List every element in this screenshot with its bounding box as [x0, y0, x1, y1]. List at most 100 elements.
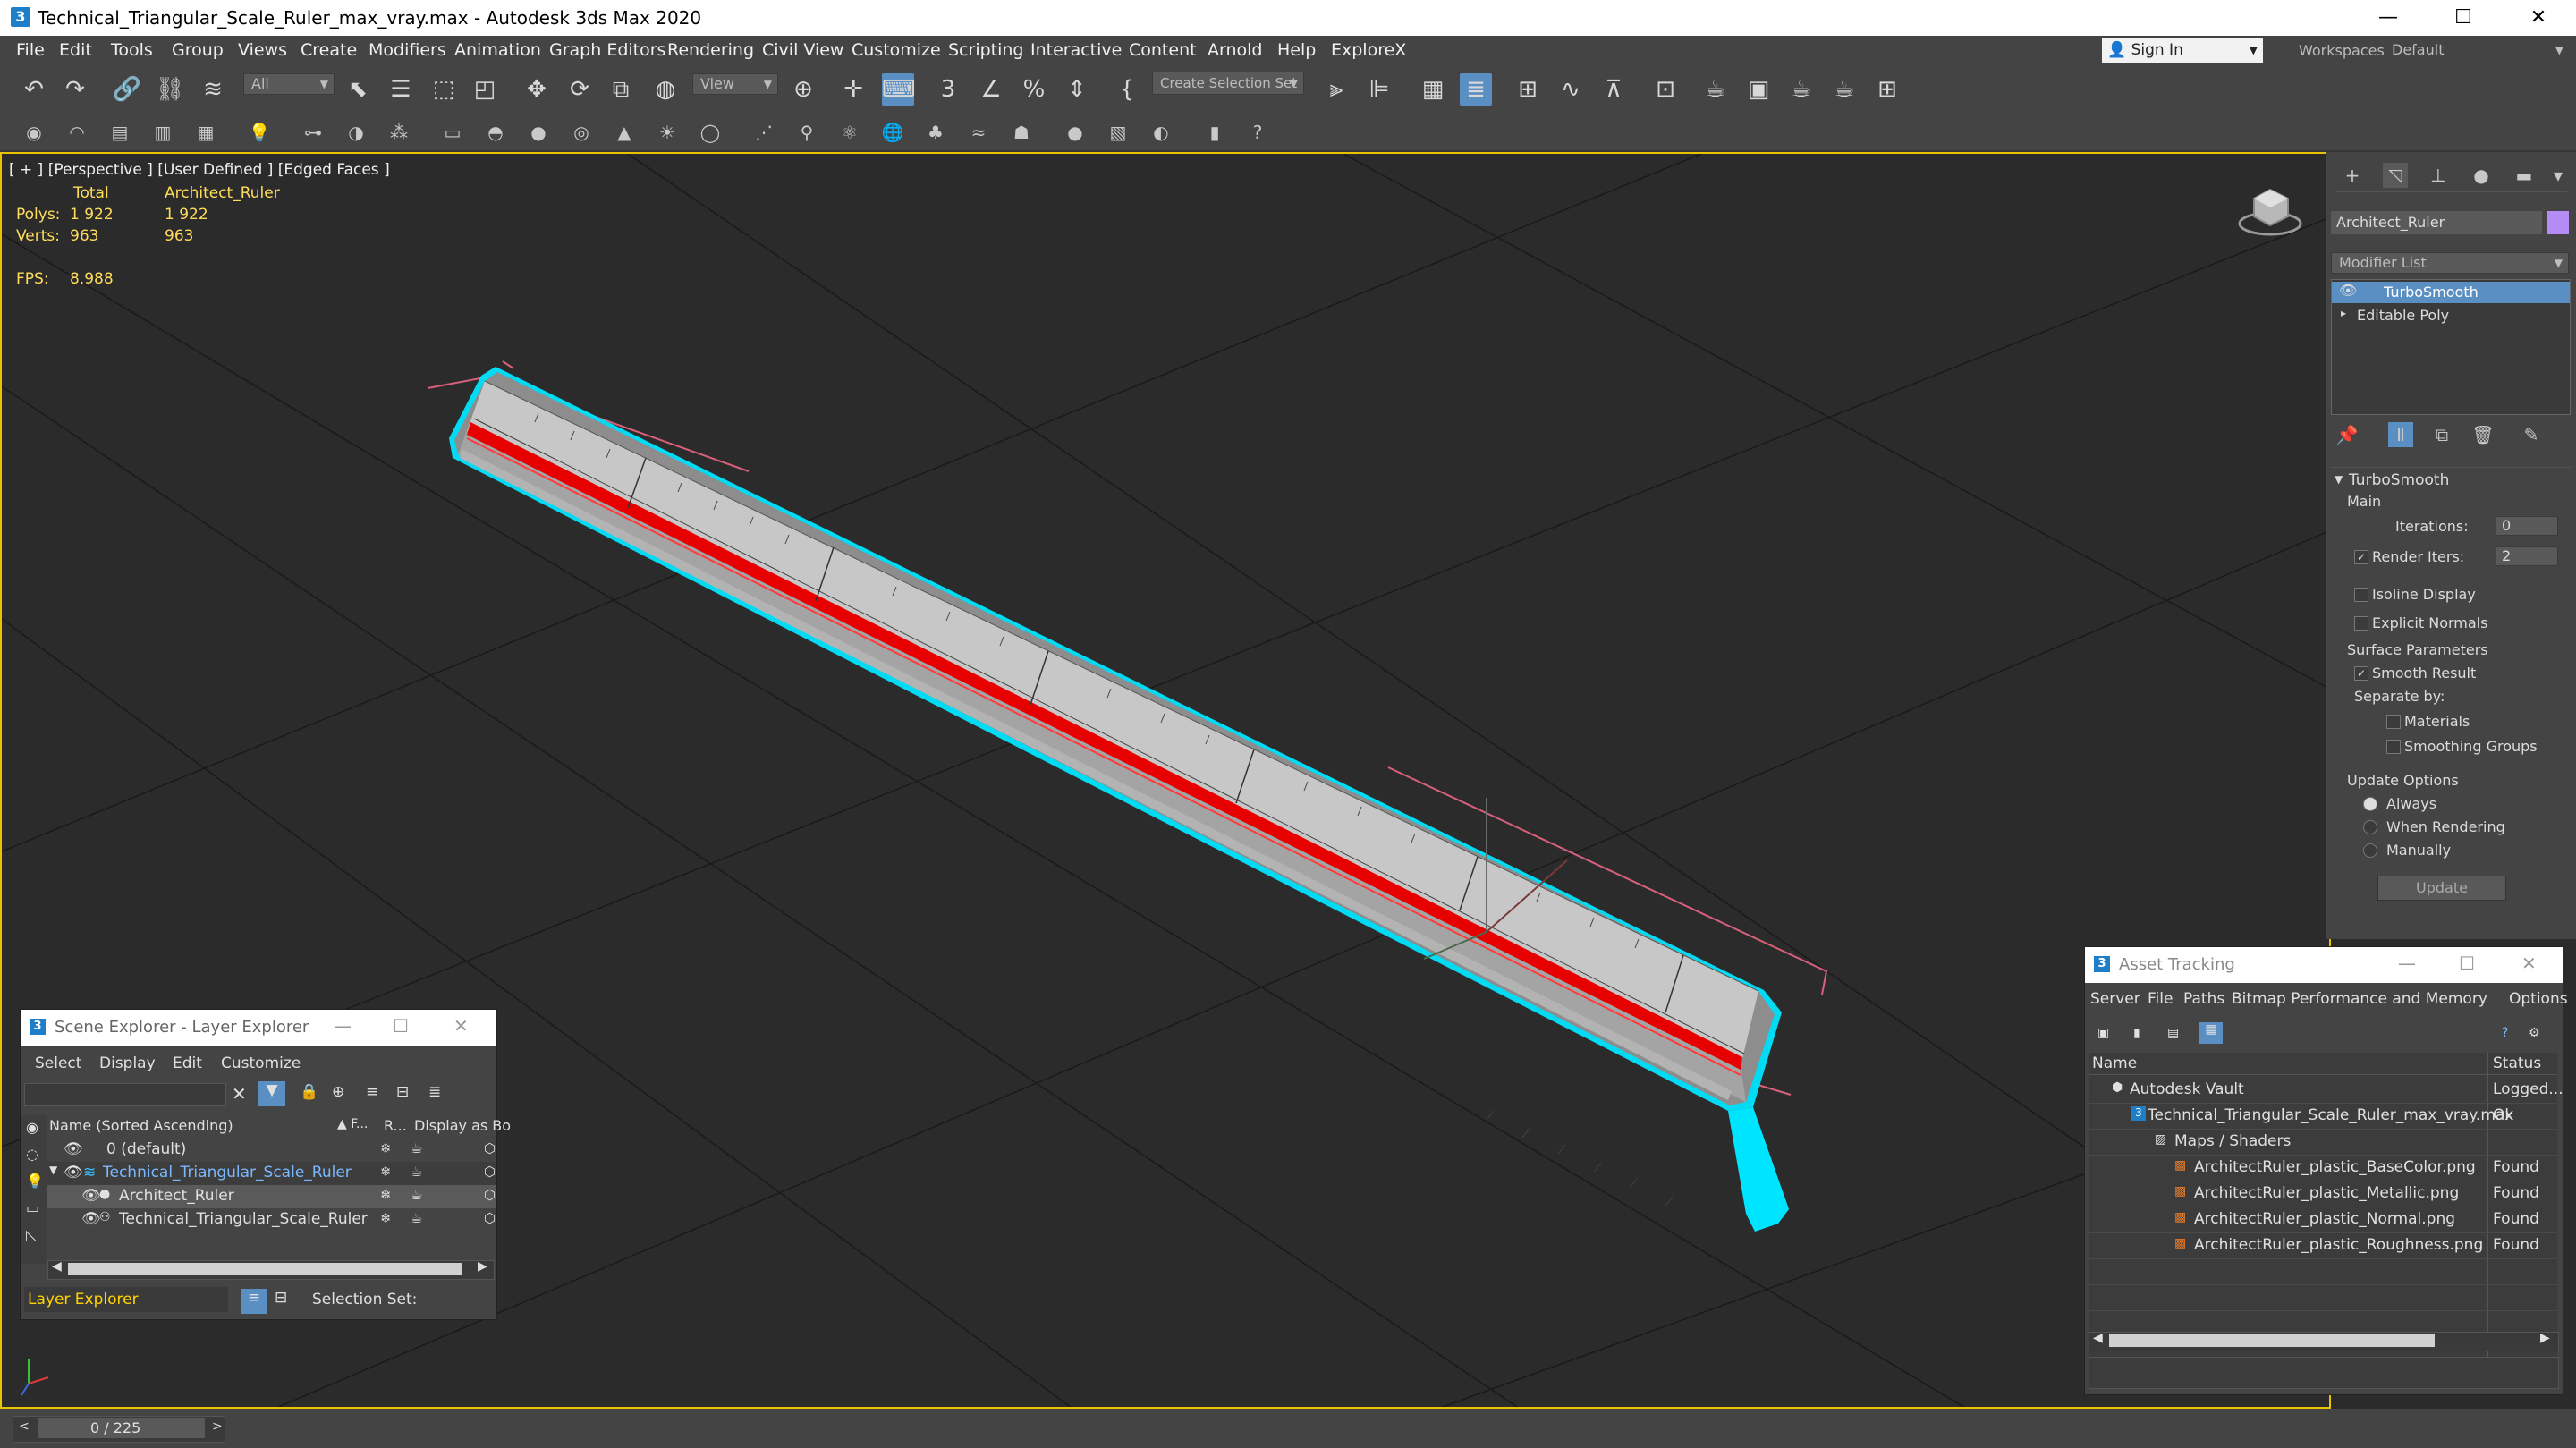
stack-item-turbosmooth[interactable]: 👁 TurboSmooth [2332, 282, 2570, 303]
omni-light-icon[interactable]: ◯ [698, 120, 723, 145]
se-col-freeze[interactable]: ▲ F... [337, 1117, 368, 1131]
grid-icon[interactable]: ▦ [193, 120, 218, 145]
box-icon[interactable]: ⬡ [484, 1140, 496, 1156]
render-iters-spinner[interactable]: 2 [2496, 546, 2558, 566]
menu-file[interactable]: File [16, 40, 45, 60]
at-menu-file[interactable]: File [2148, 990, 2173, 1008]
iterations-spinner[interactable]: 0 [2496, 516, 2558, 536]
table-row[interactable]: 3 Technical_Triangular_Scale_Ruler_max_v… [2089, 1104, 2557, 1130]
make-unique-icon[interactable]: ⧉ [2429, 422, 2454, 447]
globe-icon[interactable]: 🌐 [880, 120, 905, 145]
remove-modifier-icon[interactable]: 🗑 [2470, 422, 2496, 447]
edit-named-selection-icon[interactable]: { [1111, 73, 1143, 106]
pin-stack-icon[interactable]: 📌 [2334, 422, 2360, 447]
manually-radio[interactable] [2363, 843, 2377, 858]
minimize-icon[interactable]: — [334, 1015, 352, 1037]
rollout-collapse-icon[interactable]: ▼ [2334, 473, 2343, 486]
at-col-name[interactable]: Name [2092, 1054, 2137, 1072]
layers-toggle-icon[interactable]: ≡ [241, 1289, 267, 1314]
snaps-toggle-icon[interactable]: 3 [932, 73, 964, 106]
selection-filter-dropdown[interactable]: All ▼ [243, 73, 335, 95]
expand-arrow-icon[interactable]: ▸ [2341, 307, 2346, 319]
table-row[interactable]: ▩ ArchitectRuler_plastic_BaseColor.png F… [2089, 1156, 2557, 1181]
teapot-icon[interactable]: ☕ [411, 1140, 422, 1156]
se-col-render[interactable]: R... [384, 1117, 407, 1134]
display-none-icon[interactable]: ◉ [26, 1119, 38, 1136]
at-menu-bitmap[interactable]: Bitmap Performance and Memory [2232, 990, 2487, 1008]
dome-icon[interactable]: ◓ [483, 120, 508, 145]
rendered-frame-window-icon[interactable]: ▣ [1742, 73, 1775, 106]
se-menu-display[interactable]: Display [99, 1054, 156, 1072]
box-icon[interactable]: ▭ [440, 120, 465, 145]
utilities-tab-icon[interactable]: ▾ [2546, 163, 2571, 188]
selection-set-dropdown[interactable]: Create Selection Set ▼ [1152, 72, 1304, 95]
close-button[interactable]: ✕ [2501, 0, 2576, 36]
maximize-icon[interactable]: ☐ [2459, 953, 2475, 974]
select-by-name-icon[interactable]: ☰ [385, 73, 417, 106]
render-iters-checkbox[interactable]: ✓ [2354, 550, 2368, 564]
se-row-default[interactable]: 👁 0 (default) ❄ ☕ ⬡ [47, 1139, 496, 1162]
at-menu-options[interactable]: Options [2509, 990, 2568, 1008]
plant-icon[interactable]: ♣ [923, 120, 948, 145]
undo-icon[interactable]: ↶ [18, 73, 50, 106]
sphere-icon[interactable]: ● [526, 120, 551, 145]
scene-icon[interactable]: ◉ [21, 120, 47, 145]
se-row-layer[interactable]: ▼ 👁 ≋ Technical_Triangular_Scale_Ruler ❄… [47, 1162, 496, 1185]
menu-arnold[interactable]: Arnold [1208, 40, 1262, 60]
object-color-swatch[interactable] [2547, 211, 2569, 234]
minimize-button[interactable]: — [2351, 0, 2426, 36]
ruler-model[interactable] [449, 367, 1789, 1232]
teapot-icon[interactable]: ☕ [411, 1164, 422, 1180]
list-view-icon[interactable]: ▮ [2133, 1026, 2140, 1040]
select-object-icon[interactable]: ⬉ [342, 73, 374, 106]
menu-graph-editors[interactable]: Graph Editors [549, 40, 665, 60]
material-editor-icon[interactable]: ⊡ [1649, 73, 1682, 106]
table-view-icon[interactable]: ▤ [2167, 1026, 2179, 1040]
material-sphere-icon[interactable]: ● [1063, 120, 1088, 145]
selection-set-icon[interactable]: ⊟ [275, 1289, 287, 1307]
freeze-icon[interactable]: ❄ [380, 1140, 392, 1156]
schematic-view-icon[interactable]: ⊼ [1597, 73, 1630, 106]
update-button[interactable]: Update [2377, 876, 2506, 901]
maximize-button[interactable]: ☐ [2426, 0, 2501, 36]
menu-civil-view[interactable]: Civil View [762, 40, 843, 60]
layers-icon[interactable]: ≡ [366, 1083, 378, 1101]
angle-snap-icon[interactable]: ∠ [975, 73, 1007, 106]
bind-space-warp-icon[interactable]: ≋ [197, 73, 229, 106]
layer-explorer-dropdown[interactable]: Layer Explorer [24, 1287, 228, 1312]
placement-icon[interactable]: ◍ [649, 73, 682, 106]
vfb-icon[interactable]: ◐ [1148, 120, 1174, 145]
rect-selection-icon[interactable]: ⬚ [428, 73, 460, 106]
freeze-icon[interactable]: ❄ [380, 1210, 392, 1226]
cameras-icon[interactable]: ▭ [26, 1199, 39, 1216]
show-end-result-icon[interactable]: Ⅱ [2388, 422, 2413, 447]
se-menu-customize[interactable]: Customize [221, 1054, 301, 1072]
eye-icon[interactable]: 👁 [2339, 282, 2357, 299]
expand-arrow-icon[interactable]: ▼ [49, 1164, 57, 1176]
grid-view-icon[interactable]: ▦ [2199, 1022, 2223, 1044]
se-menu-edit[interactable]: Edit [173, 1054, 202, 1072]
light-bulb-icon[interactable]: 💡 [247, 120, 272, 145]
at-menu-paths[interactable]: Paths [2183, 990, 2224, 1008]
list-icon[interactable]: ▥ [150, 120, 175, 145]
se-row-group[interactable]: 👁 ⚇ Technical_Triangular_Scale_Ruler ❄ ☕… [47, 1208, 496, 1232]
texture-icon[interactable]: ▧ [1106, 120, 1131, 145]
menu-modifiers[interactable]: Modifiers [369, 40, 446, 60]
scroll-right-icon[interactable]: ▶ [478, 1259, 487, 1274]
menu-help[interactable]: Help [1277, 40, 1316, 60]
sun-icon[interactable]: ☀ [655, 120, 680, 145]
display-tab-icon[interactable]: ▬ [2512, 163, 2537, 188]
render-production-icon[interactable]: ☕ [1785, 73, 1818, 106]
window-crossing-icon[interactable]: ◰ [469, 73, 501, 106]
settings-icon[interactable]: ⚙ [2529, 1026, 2540, 1040]
bone-icon[interactable]: ⚲ [794, 120, 819, 145]
menu-tools[interactable]: Tools [111, 40, 153, 60]
menu-explorex[interactable]: ExploreX [1331, 40, 1406, 60]
isoline-checkbox[interactable] [2354, 588, 2368, 602]
add-layer-icon[interactable]: ⊕ [332, 1083, 344, 1101]
proxy-icon[interactable]: ☗ [1009, 120, 1034, 145]
align-icon[interactable]: ⊫ [1363, 73, 1395, 106]
link-icon[interactable]: 🔗 [111, 73, 143, 106]
table-row[interactable]: ⬢ Autodesk Vault Logged... [2089, 1078, 2563, 1104]
scale-icon[interactable]: ⧉ [605, 73, 637, 106]
